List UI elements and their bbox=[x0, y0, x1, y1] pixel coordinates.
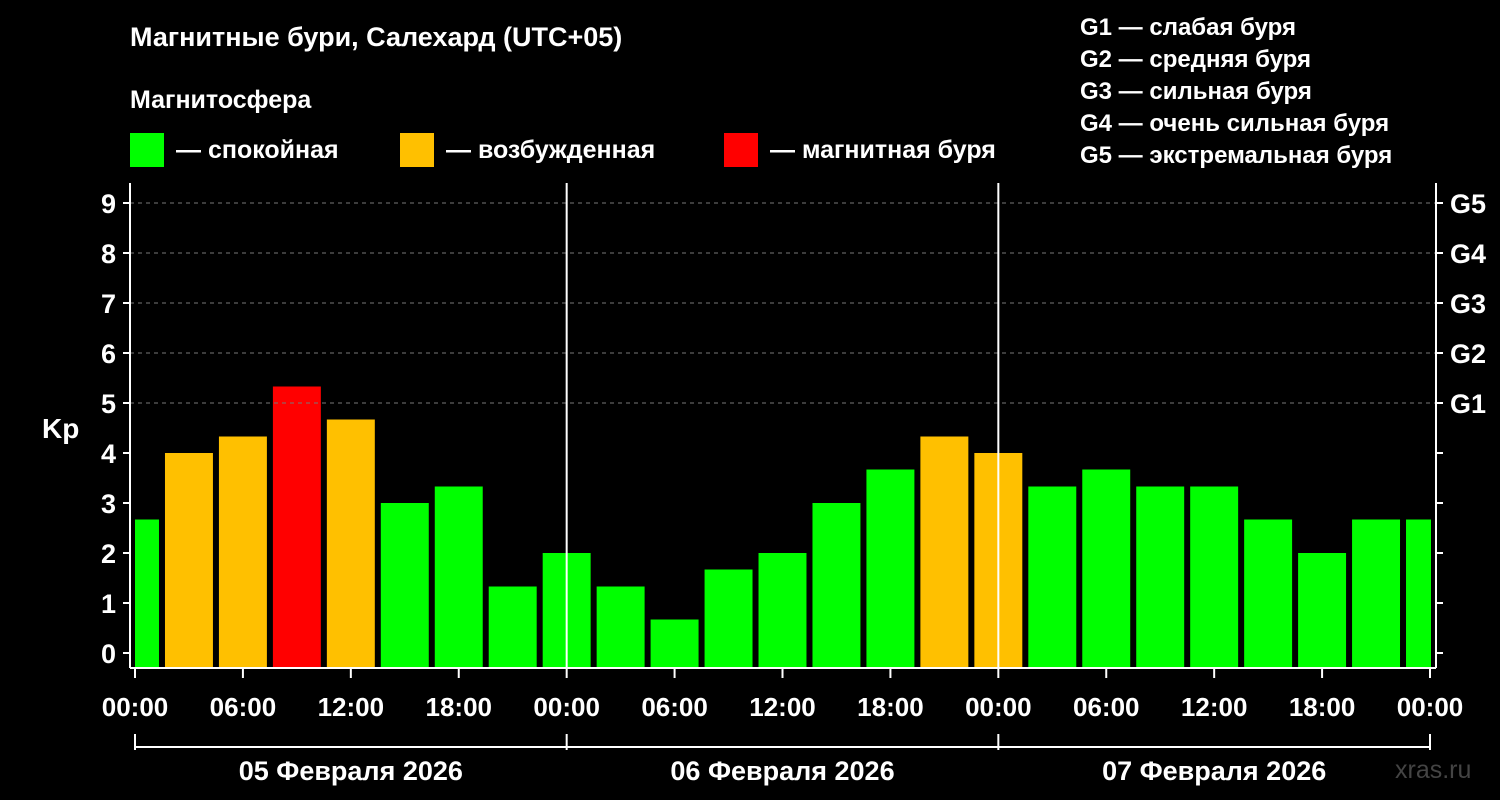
kp-bar bbox=[434, 486, 483, 668]
x-tick-label: 12:00 bbox=[318, 692, 385, 722]
y-tick-label: 2 bbox=[101, 539, 116, 569]
kp-bar bbox=[1406, 519, 1431, 668]
kp-bar bbox=[650, 619, 699, 668]
kp-bar bbox=[1352, 519, 1401, 668]
kp-bar bbox=[272, 386, 321, 668]
date-label: 05 Февраля 2026 bbox=[239, 756, 463, 786]
legend-active: — возбужденная bbox=[400, 133, 655, 167]
g-scale-g5: G5 — экстремальная буря bbox=[1080, 142, 1393, 169]
y-tick-label: 6 bbox=[101, 339, 116, 369]
y-tick-label: 5 bbox=[101, 389, 116, 419]
g-tick-label: G1 bbox=[1450, 389, 1486, 419]
kp-bar bbox=[218, 436, 267, 668]
kp-bar bbox=[488, 586, 537, 668]
date-label: 07 Февраля 2026 bbox=[1102, 756, 1326, 786]
kp-bar bbox=[758, 553, 807, 668]
kp-bar bbox=[135, 519, 159, 668]
y-tick-label: 7 bbox=[101, 289, 116, 319]
x-tick-label: 06:00 bbox=[641, 692, 708, 722]
x-tick-label: 00:00 bbox=[1397, 692, 1464, 722]
y-tick-label: 1 bbox=[101, 589, 116, 619]
x-tick-label: 12:00 bbox=[1181, 692, 1248, 722]
x-tick-label: 00:00 bbox=[102, 692, 169, 722]
kp-bar bbox=[812, 503, 861, 668]
g-tick-label: G4 bbox=[1450, 239, 1486, 269]
g-scale-g2: G2 — средняя буря bbox=[1080, 46, 1311, 73]
watermark: xras.ru bbox=[1395, 756, 1472, 784]
y-tick-label: 8 bbox=[101, 239, 116, 269]
legend-swatch-active bbox=[400, 133, 434, 167]
legend-swatch-storm bbox=[724, 133, 758, 167]
kp-bar bbox=[1298, 553, 1347, 668]
kp-bar bbox=[1190, 486, 1239, 668]
g-tick-label: G3 bbox=[1450, 289, 1486, 319]
date-label: 06 Февраля 2026 bbox=[670, 756, 894, 786]
x-tick-label: 00:00 bbox=[965, 692, 1032, 722]
y-tick-label: 3 bbox=[101, 489, 116, 519]
legend-label-active: — возбужденная bbox=[446, 135, 656, 164]
legend-swatch-quiet bbox=[130, 133, 164, 167]
x-tick-label: 00:00 bbox=[533, 692, 600, 722]
chart-title: Магнитные бури, Салехард (UTC+05) bbox=[130, 22, 623, 52]
kp-bar bbox=[326, 419, 375, 668]
legend-label-quiet: — спокойная bbox=[176, 135, 339, 164]
y-tick-label: 0 bbox=[101, 639, 116, 669]
x-tick-label: 06:00 bbox=[210, 692, 277, 722]
legend-quiet: — спокойная bbox=[130, 133, 339, 167]
legend-storm: — магнитная буря bbox=[724, 133, 996, 167]
g-scale-g1: G1 — слабая буря bbox=[1080, 14, 1297, 41]
kp-bar bbox=[596, 586, 645, 668]
x-tick-label: 18:00 bbox=[857, 692, 924, 722]
g-scale-g4: G4 — очень сильная буря bbox=[1080, 110, 1390, 137]
g-scale-g3: G3 — сильная буря bbox=[1080, 78, 1312, 105]
magnetosphere-label: Магнитосфера bbox=[130, 86, 312, 114]
x-tick-label: 06:00 bbox=[1073, 692, 1140, 722]
kp-bar bbox=[866, 469, 915, 668]
y-axis-label: Kp bbox=[42, 413, 79, 444]
kp-bar bbox=[1028, 486, 1077, 668]
g-tick-label: G5 bbox=[1450, 189, 1486, 219]
kp-bar bbox=[380, 503, 429, 668]
kp-bar bbox=[704, 569, 753, 668]
kp-bar bbox=[1136, 486, 1185, 668]
kp-bar bbox=[1082, 469, 1131, 668]
x-tick-label: 18:00 bbox=[426, 692, 493, 722]
kp-bar bbox=[164, 453, 213, 668]
g-tick-label: G2 bbox=[1450, 339, 1486, 369]
x-tick-label: 18:00 bbox=[1289, 692, 1356, 722]
kp-bar bbox=[920, 436, 969, 668]
x-tick-label: 12:00 bbox=[749, 692, 816, 722]
y-tick-label: 4 bbox=[101, 439, 116, 469]
legend-label-storm: — магнитная буря bbox=[770, 135, 996, 164]
y-tick-label: 9 bbox=[101, 189, 116, 219]
kp-bar bbox=[1244, 519, 1293, 668]
